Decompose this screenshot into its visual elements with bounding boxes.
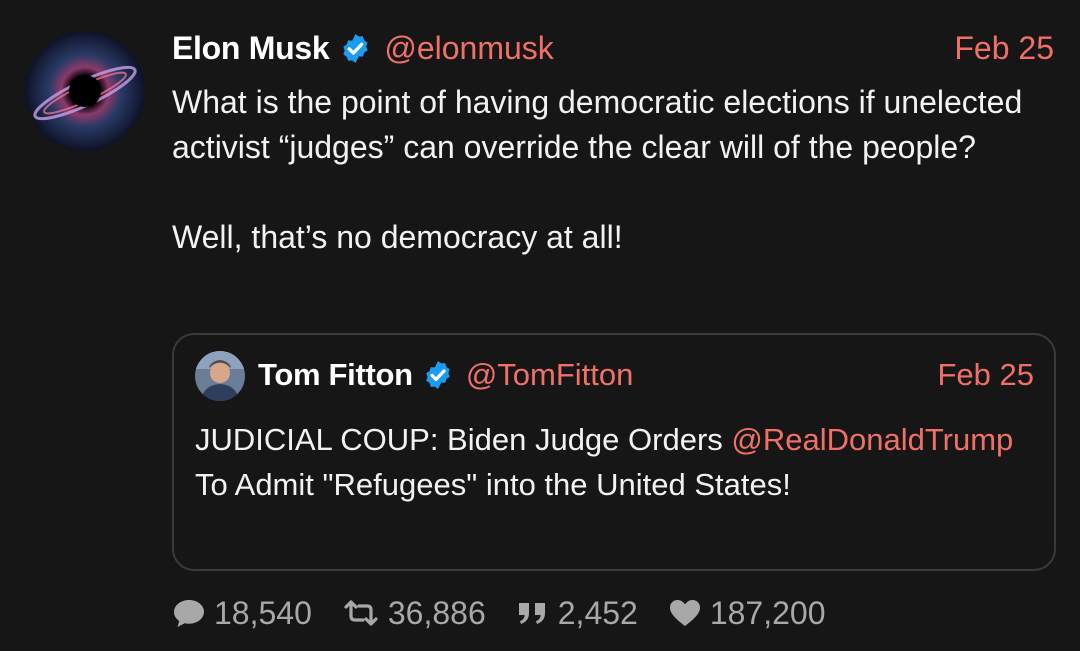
author-avatar[interactable] [25, 31, 145, 151]
author-handle[interactable]: @elonmusk [384, 30, 553, 67]
reply-button[interactable]: 18,540 [172, 595, 312, 632]
retweet-count: 36,886 [387, 594, 486, 631]
reply-count: 18,540 [214, 594, 312, 631]
verified-badge-icon [339, 32, 372, 65]
quoted-author-avatar[interactable] [195, 351, 245, 401]
quote-count: 2,452 [557, 594, 638, 631]
reply-icon [174, 600, 204, 627]
retweet-icon [344, 600, 378, 626]
quote-button[interactable]: 2,452 [516, 595, 638, 632]
like-button[interactable]: 187,200 [668, 595, 826, 632]
like-count: 187,200 [709, 594, 826, 631]
quoted-tweet-text: JUDICIAL COUP: Biden Judge Orders @RealD… [195, 417, 1035, 507]
quoted-tweet-header: Tom Fitton @TomFitton Feb 25 [258, 353, 1034, 397]
heart-icon [669, 600, 700, 626]
quoted-tweet[interactable]: Tom Fitton @TomFitton Feb 25 JUDICIAL CO… [172, 333, 1056, 571]
quote-icon [518, 603, 545, 624]
verified-badge-icon [422, 359, 454, 391]
retweet-button[interactable]: 36,886 [342, 595, 486, 632]
quoted-author-name[interactable]: Tom Fitton [258, 357, 413, 393]
mention-link[interactable]: @RealDonaldTrump [731, 422, 1013, 457]
tweet-date[interactable]: Feb 25 [954, 30, 1054, 67]
quoted-text-after: To Admit "Refugees" into the United Stat… [195, 467, 791, 502]
tweet[interactable]: Elon Musk @elonmusk Feb 25 What is the p… [0, 0, 1080, 651]
engagement-stats: 18,540 36,886 2,452 187,200 [172, 590, 856, 636]
quoted-author-handle[interactable]: @TomFitton [466, 357, 634, 393]
quoted-tweet-date[interactable]: Feb 25 [937, 357, 1034, 393]
tweet-text: What is the point of having democratic e… [172, 84, 1023, 255]
author-name[interactable]: Elon Musk [172, 30, 330, 67]
tweet-header: Elon Musk @elonmusk Feb 25 [172, 26, 1054, 70]
quoted-text-before: JUDICIAL COUP: Biden Judge Orders [195, 422, 732, 457]
